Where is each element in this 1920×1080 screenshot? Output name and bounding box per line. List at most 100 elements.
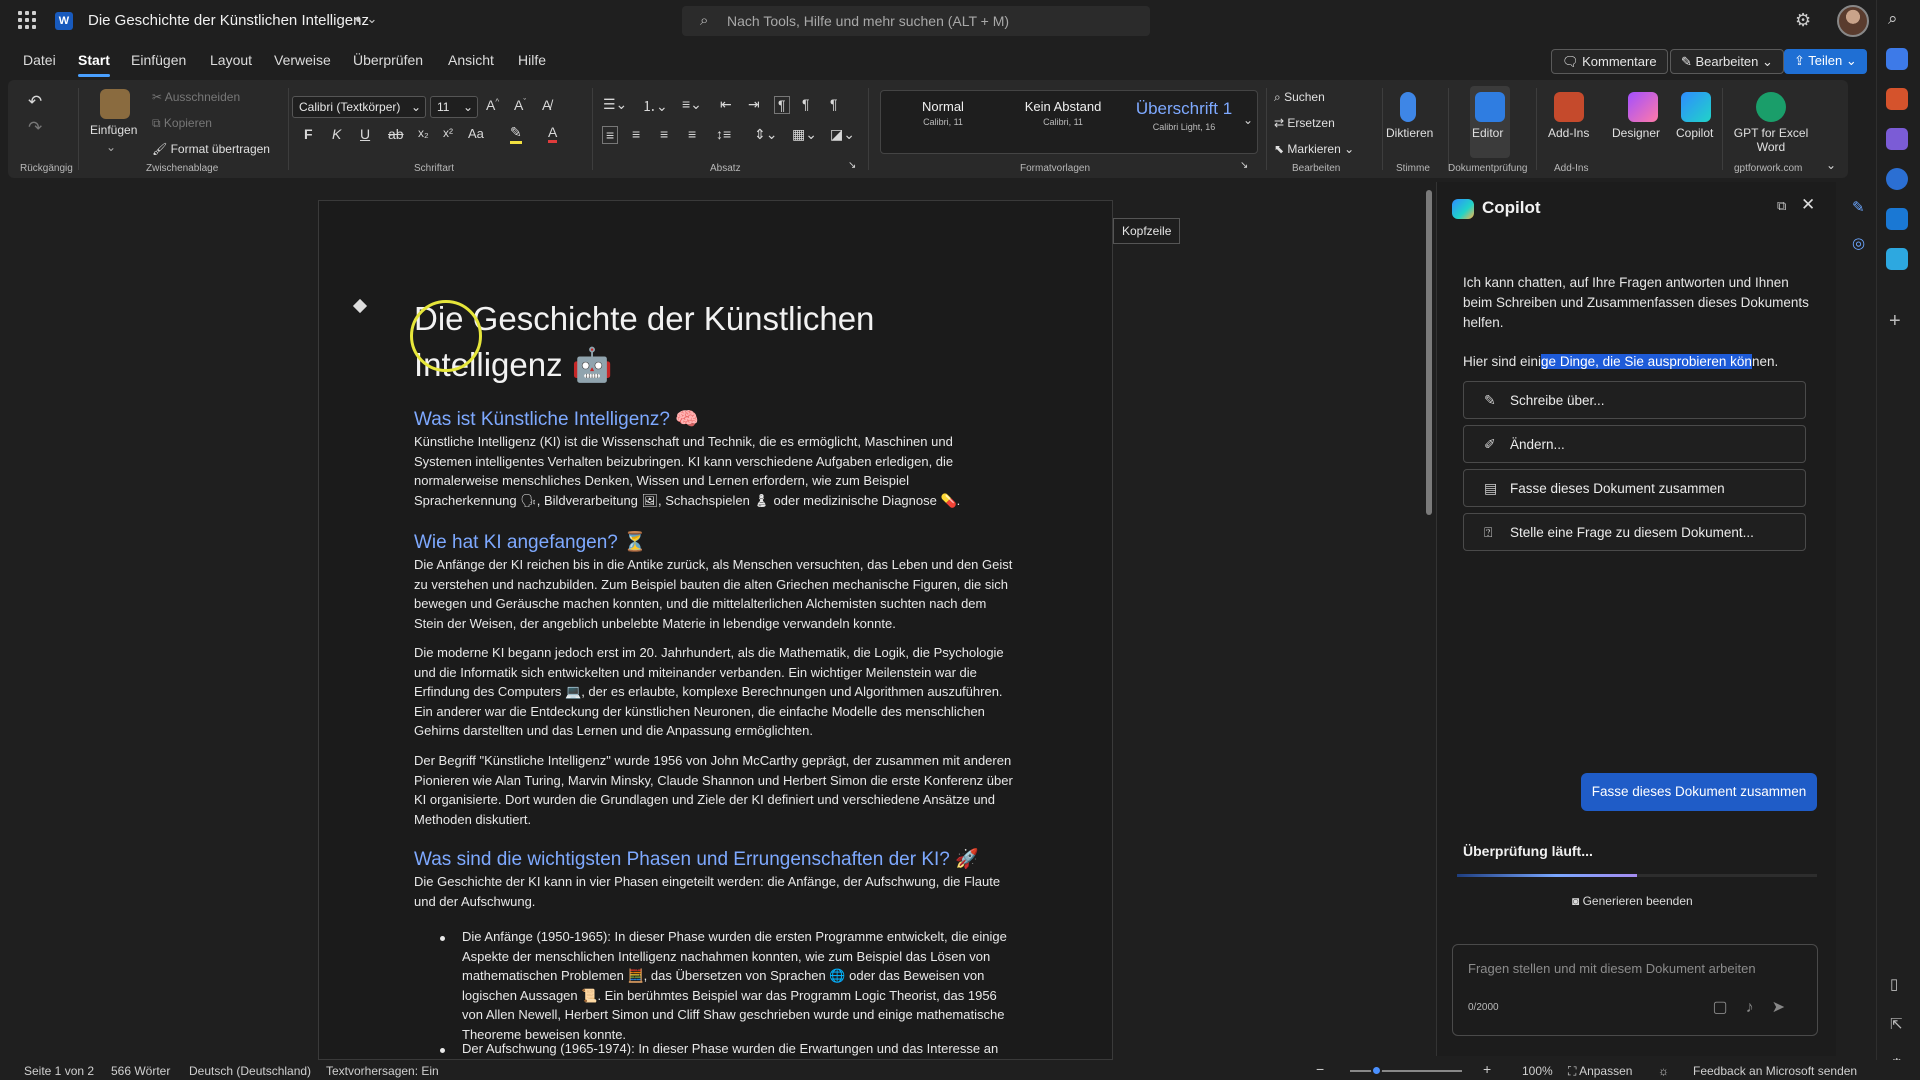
close-icon[interactable]: ✕ (1801, 195, 1815, 215)
gpt-button[interactable]: GPT for Excel Word (1722, 126, 1820, 154)
pane-options-icon[interactable]: ⧉ (1777, 198, 1786, 214)
page-count[interactable]: Seite 1 von 2 (24, 1064, 94, 1078)
header-label[interactable]: Kopfzeile (1113, 218, 1181, 244)
zoom-slider[interactable] (1350, 1070, 1462, 1072)
zoom-in-icon[interactable]: + (1483, 1061, 1491, 1077)
font-family-select[interactable]: Calibri (Textkörper) ⌄ (292, 96, 426, 118)
paragraph[interactable]: Die Geschichte der KI kann in vier Phase… (414, 872, 1014, 911)
styles-more-icon[interactable]: ⌄ (1243, 113, 1253, 127)
bold-button[interactable]: F (304, 126, 313, 142)
document-heading[interactable]: Die Geschichte der Künstlichen Intellige… (414, 296, 954, 388)
outlook-icon[interactable] (1886, 208, 1908, 230)
multilevel-list-icon[interactable]: ≡⌄ (682, 96, 702, 113)
autosave-icon[interactable]: ◐ ⌄ (355, 11, 377, 27)
tab-einfuegen[interactable]: Einfügen (131, 52, 186, 68)
document-title[interactable]: Die Geschichte der Künstlichen Intellige… (88, 12, 369, 29)
underline-button[interactable]: U (360, 126, 370, 142)
paragraph[interactable]: Der Begriff "Künstliche Intelligenz" wur… (414, 751, 1014, 829)
font-size-select[interactable]: 11 ⌄ (430, 96, 478, 118)
microphone-icon[interactable] (1400, 92, 1416, 122)
subscript-button[interactable]: x₂ (418, 126, 429, 140)
shrink-font-icon[interactable]: Aˇ (514, 97, 526, 113)
show-marks-icon[interactable]: ¶ (830, 96, 838, 112)
search-icon[interactable]: ⌕ (1888, 9, 1898, 29)
section-heading[interactable]: Was sind die wichtigsten Phasen und Erru… (414, 847, 979, 871)
italic-button[interactable]: K (332, 126, 341, 142)
grow-font-icon[interactable]: A^ (486, 97, 499, 113)
find-button[interactable]: ⌕ Suchen (1274, 90, 1325, 105)
paragraph[interactable]: Die Anfänge der KI reichen bis in die An… (414, 555, 1014, 633)
shading-icon[interactable]: ◪⌄ (830, 126, 855, 143)
open-external-icon[interactable]: ⇱ (1890, 1015, 1903, 1033)
addins-button[interactable]: Add-Ins (1548, 126, 1589, 140)
designer-button[interactable]: Designer (1612, 126, 1660, 140)
tab-hilfe[interactable]: Hilfe (518, 52, 546, 68)
fit-button[interactable]: ⛶ Anpassen (1568, 1064, 1632, 1079)
list-item[interactable]: Der Aufschwung (1965-1974): In dieser Ph… (462, 1039, 1017, 1059)
paste-icon[interactable] (100, 89, 130, 119)
paste-button[interactable]: Einfügen (90, 123, 137, 137)
line-spacing-icon[interactable]: ↕≡ (716, 126, 731, 142)
focus-icon[interactable]: ☼ (1658, 1064, 1669, 1078)
attach-icon[interactable]: ▢ (1712, 999, 1745, 1016)
copilot-ribbon-icon[interactable] (1681, 92, 1711, 122)
copilot-side-icon[interactable]: ◎ (1852, 234, 1865, 252)
bullets-icon[interactable]: ☰⌄ (603, 96, 627, 113)
redo-icon[interactable]: ↷ (28, 118, 42, 138)
teams-icon[interactable] (1886, 48, 1908, 70)
cut-button[interactable]: ✂ Ausschneiden (152, 90, 240, 104)
font-color-icon[interactable]: A (548, 124, 558, 143)
text-prediction-status[interactable]: Textvorhersagen: Ein (326, 1064, 439, 1078)
people-icon[interactable] (1886, 128, 1908, 150)
avatar[interactable] (1837, 5, 1869, 37)
style-no-spacing[interactable]: Kein Abstand Calibri, 11 (1013, 99, 1113, 127)
search-input[interactable]: ⌕ Nach Tools, Hilfe und mehr suchen (ALT… (682, 6, 1150, 36)
section-heading[interactable]: Was ist Künstliche Intelligenz? 🧠 (414, 407, 699, 431)
app-launcher-icon[interactable] (18, 11, 36, 29)
settings-gear-icon[interactable]: ⚙ (1795, 10, 1811, 31)
dictate-button[interactable]: Diktieren (1386, 126, 1433, 140)
copilot-chat-input[interactable]: Fragen stellen und mit diesem Dokument a… (1452, 944, 1818, 1036)
prompt-ask-question-button[interactable]: ⍰ Stelle eine Frage zu diesem Dokument..… (1463, 513, 1806, 551)
copilot-ribbon-button[interactable]: Copilot (1676, 126, 1713, 140)
zoom-slider-handle[interactable] (1371, 1065, 1382, 1076)
highlight-icon[interactable]: ✎ (510, 124, 522, 144)
tab-layout[interactable]: Layout (210, 52, 252, 68)
superscript-button[interactable]: x² (443, 126, 453, 140)
rtl-icon[interactable]: ¶ (802, 96, 810, 112)
numbering-icon[interactable]: ⒈⌄ (642, 96, 668, 116)
styles-launcher-icon[interactable]: ↘ (1240, 160, 1248, 171)
prompt-write-about-button[interactable]: ✎ Schreibe über... (1463, 381, 1806, 419)
copilot-rail-icon[interactable] (1886, 168, 1908, 190)
edit-mode-button[interactable]: ✎ Bearbeiten ⌄ (1670, 49, 1784, 74)
paragraph[interactable]: Die moderne KI begann jedoch erst im 20.… (414, 643, 1014, 741)
comments-button[interactable]: 🗨 Kommentare (1551, 49, 1668, 74)
ribbon-collapse-icon[interactable]: ⌄ (1826, 158, 1836, 172)
tab-datei[interactable]: Datei (23, 52, 56, 68)
change-case-button[interactable]: Aa (468, 126, 484, 141)
panel-icon[interactable]: ▯ (1890, 975, 1898, 993)
zoom-level[interactable]: 100% (1522, 1064, 1553, 1078)
tab-ansicht[interactable]: Ansicht (448, 52, 494, 68)
microphone-icon[interactable]: ♪ (1746, 999, 1772, 1016)
clear-format-icon[interactable]: A̸ (542, 97, 551, 113)
decrease-indent-icon[interactable]: ⇤ (720, 96, 732, 113)
undo-icon[interactable]: ↶ (28, 92, 42, 112)
tab-start[interactable]: Start (78, 52, 110, 77)
style-normal[interactable]: Normal Calibri, 11 (903, 99, 983, 127)
prompt-summarize-button[interactable]: ▤ Fasse dieses Dokument zusammen (1463, 469, 1806, 507)
increase-indent-icon[interactable]: ⇥ (748, 96, 760, 113)
paste-dropdown-icon[interactable]: ⌄ (106, 140, 116, 154)
stop-generating-button[interactable]: ◙ Generieren beenden (1572, 894, 1693, 908)
align-right-icon[interactable]: ≡ (660, 126, 668, 142)
prompt-change-button[interactable]: ✐ Ändern... (1463, 425, 1806, 463)
tab-verweise[interactable]: Verweise (274, 52, 331, 68)
send-rail-icon[interactable] (1886, 248, 1908, 270)
ltr-icon[interactable]: ¶ (774, 96, 790, 114)
copy-button[interactable]: ⧉ Kopieren (152, 116, 212, 131)
editor-button[interactable]: Editor (1470, 86, 1510, 158)
designer-icon[interactable] (1628, 92, 1658, 122)
strikethrough-button[interactable]: ab (388, 126, 404, 142)
editor-side-icon[interactable]: ✎ (1852, 198, 1865, 216)
paragraph-spacing-icon[interactable]: ⇕⌄ (754, 126, 777, 143)
